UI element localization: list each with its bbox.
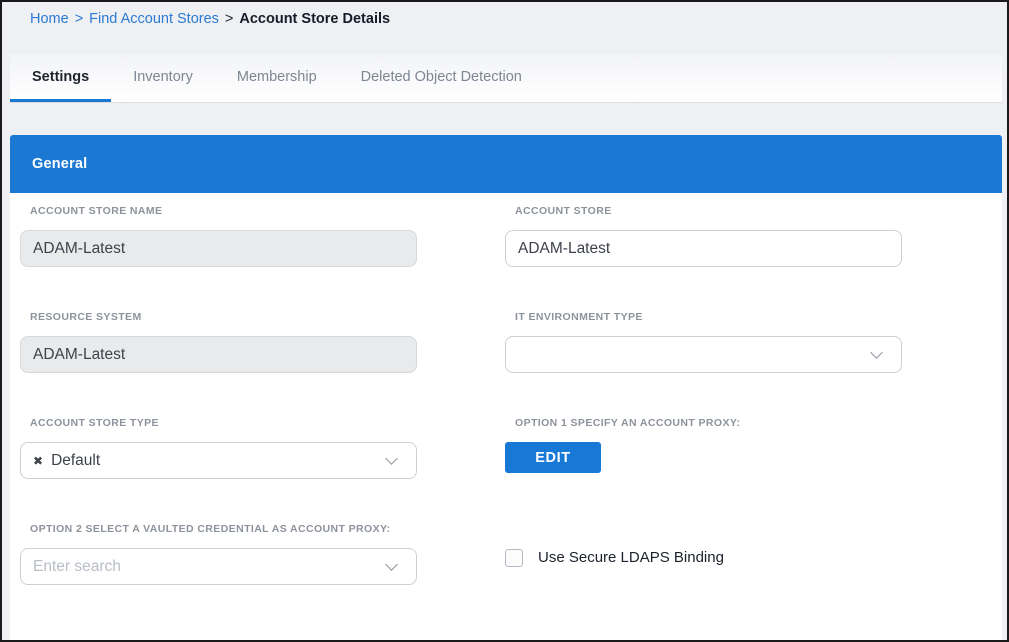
tab-settings[interactable]: Settings	[10, 54, 111, 102]
account-store-name-input	[20, 230, 417, 267]
tab-inventory[interactable]: Inventory	[111, 54, 215, 102]
option2-label: OPTION 2 SELECT A VAULTED CREDENTIAL AS …	[30, 522, 417, 536]
use-secure-ldaps-binding-label: Use Secure LDAPS Binding	[538, 549, 724, 567]
account-store-type-field: ACCOUNT STORE TYPE ✖ Default	[20, 416, 417, 479]
resource-system-field: RESOURCE SYSTEM	[20, 310, 417, 373]
account-store-details-page: Home > Find Account Stores > Account Store D…	[0, 0, 1009, 642]
account-store-type-dropdown[interactable]: ✖ Default	[20, 442, 417, 479]
option1-account-proxy-field: OPTION 1 SPECIFY AN ACCOUNT PROXY: EDIT	[505, 416, 902, 479]
account-store-field: ACCOUNT STORE	[505, 204, 902, 267]
general-panel: General ACCOUNT STORE NAME ACCOUNT STORE…	[10, 135, 1002, 640]
breadcrumb-home-link[interactable]: Home	[30, 11, 69, 27]
label-spacer	[505, 522, 902, 548]
breadcrumb-separator: >	[225, 11, 233, 27]
breadcrumb-find-account-stores-link[interactable]: Find Account Stores	[89, 11, 219, 27]
account-store-name-field: ACCOUNT STORE NAME	[20, 204, 417, 267]
resource-system-input	[20, 336, 417, 373]
panel-title: General	[32, 156, 87, 172]
general-panel-header: General	[10, 135, 1002, 193]
option2-vaulted-credential-field: OPTION 2 SELECT A VAULTED CREDENTIAL AS …	[20, 522, 417, 585]
tab-bar: Settings Inventory Membership Deleted Ob…	[10, 54, 1002, 103]
general-panel-body: ACCOUNT STORE NAME ACCOUNT STORE RESOURC…	[10, 193, 1002, 640]
tab-deleted-object-detection[interactable]: Deleted Object Detection	[339, 54, 544, 102]
account-store-type-value: Default	[51, 452, 100, 470]
it-environment-type-dropdown[interactable]	[505, 336, 902, 373]
vaulted-credential-search-input[interactable]	[20, 548, 417, 585]
account-store-name-label: ACCOUNT STORE NAME	[30, 204, 417, 218]
breadcrumb-separator: >	[75, 11, 83, 27]
account-store-type-label: ACCOUNT STORE TYPE	[30, 416, 417, 430]
option1-label: OPTION 1 SPECIFY AN ACCOUNT PROXY:	[515, 416, 902, 430]
resource-system-label: RESOURCE SYSTEM	[30, 310, 417, 324]
tab-membership[interactable]: Membership	[215, 54, 339, 102]
clear-selection-icon[interactable]: ✖	[33, 455, 43, 467]
use-secure-ldaps-binding-checkbox[interactable]	[505, 549, 523, 567]
breadcrumb: Home > Find Account Stores > Account Store D…	[30, 11, 390, 27]
account-store-input[interactable]	[505, 230, 902, 267]
account-store-label: ACCOUNT STORE	[515, 204, 902, 218]
edit-account-proxy-button[interactable]: EDIT	[505, 442, 601, 473]
it-environment-type-label: IT ENVIRONMENT TYPE	[515, 310, 902, 324]
breadcrumb-current-page: Account Store Details	[239, 11, 390, 27]
it-environment-type-field: IT ENVIRONMENT TYPE	[505, 310, 902, 373]
ldaps-binding-field: Use Secure LDAPS Binding	[505, 522, 902, 585]
